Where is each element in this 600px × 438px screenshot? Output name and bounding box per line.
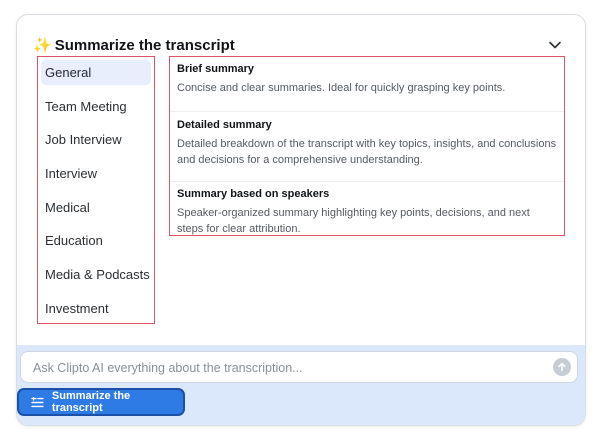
option-description: Concise and clear summaries. Ideal for q…	[177, 82, 506, 94]
summarize-panel: ✨ Summarize the transcript General Team …	[16, 14, 586, 426]
chevron-down-icon[interactable]	[547, 37, 563, 53]
summary-options: Brief summary Concise and clear summarie…	[169, 56, 565, 236]
chat-footer: Summarize the transcript	[17, 345, 585, 425]
ask-input[interactable]	[31, 352, 535, 384]
arrow-up-icon	[558, 362, 566, 372]
sidebar-item-investment[interactable]: Investment	[41, 296, 151, 321]
option-divider	[170, 111, 564, 112]
panel-title: Summarize the transcript	[54, 36, 235, 54]
summarize-transcript-label: Summarize the transcript	[51, 390, 131, 414]
option-title: Summary based on speakers	[177, 188, 330, 200]
sidebar-item-media-podcasts[interactable]: Media & Podcasts	[41, 262, 151, 287]
sidebar-item-education[interactable]: Education	[41, 228, 151, 253]
sidebar-item-interview[interactable]: Interview	[41, 161, 151, 186]
send-button[interactable]	[553, 358, 571, 376]
option-brief-summary[interactable]: Brief summary Concise and clear summarie…	[170, 63, 564, 96]
sidebar-item-team-meeting[interactable]: Team Meeting	[41, 94, 151, 119]
category-sidebar: General Team Meeting Job Interview Inter…	[37, 56, 155, 324]
panel-header[interactable]: ✨ Summarize the transcript	[33, 33, 569, 57]
option-description: Speaker-organized summary highlighting k…	[177, 207, 530, 235]
summarize-transcript-button[interactable]: Summarize the transcript	[19, 390, 183, 414]
option-divider	[170, 181, 564, 182]
option-summary-by-speakers[interactable]: Summary based on speakers Speaker-organi…	[170, 188, 564, 237]
option-detailed-summary[interactable]: Detailed summary Detailed breakdown of t…	[170, 119, 564, 168]
sparkle-icon: ✨	[33, 36, 52, 54]
sidebar-item-medical[interactable]: Medical	[41, 195, 151, 220]
list-icon	[31, 396, 44, 407]
sidebar-item-general[interactable]: General	[41, 60, 151, 85]
sidebar-item-job-interview[interactable]: Job Interview	[41, 127, 151, 152]
option-title: Brief summary	[177, 63, 255, 75]
option-title: Detailed summary	[177, 119, 272, 131]
option-description: Detailed breakdown of the transcript wit…	[177, 138, 557, 166]
ask-box	[20, 351, 578, 384]
